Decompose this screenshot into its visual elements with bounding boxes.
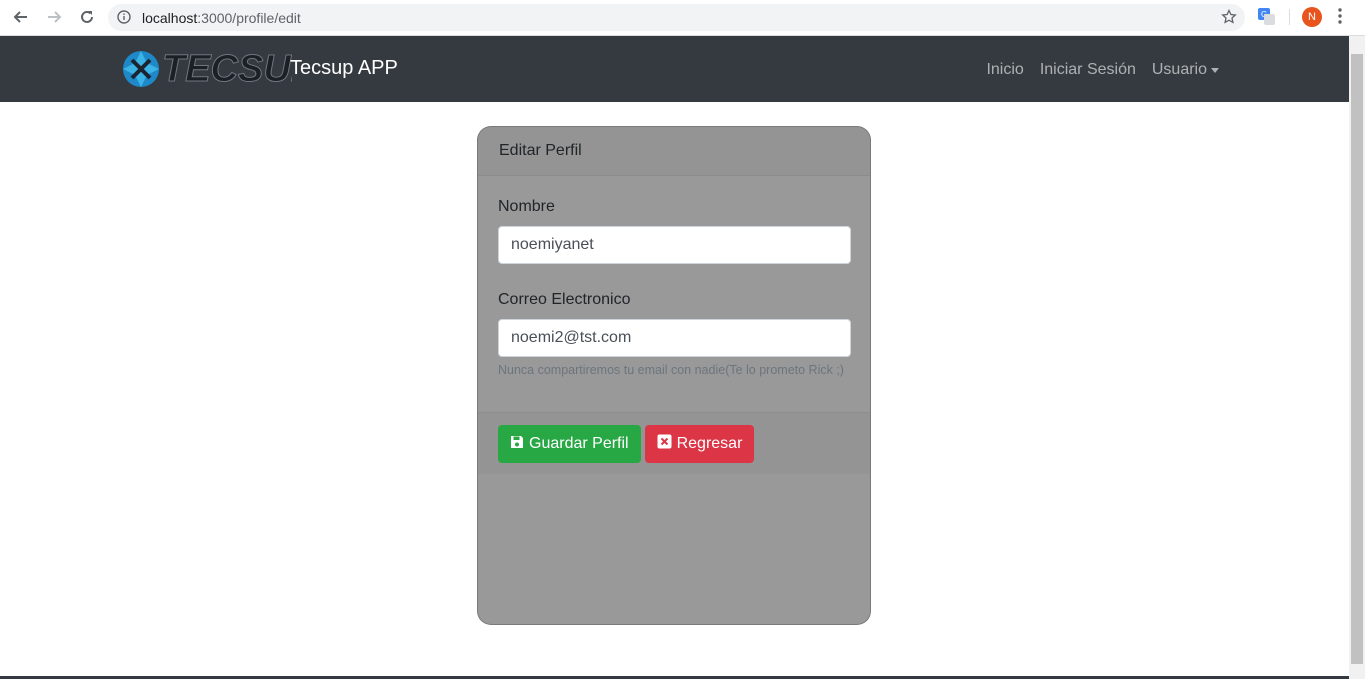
info-icon[interactable] [117,10,131,29]
nav-dropdown-usuario[interactable]: Usuario [1152,61,1219,79]
bookmark-star-icon[interactable] [1221,8,1237,30]
reload-icon[interactable] [76,6,98,28]
save-profile-label: Guardar Perfil [529,435,629,452]
save-profile-button[interactable]: Guardar Perfil [498,425,641,463]
caret-down-icon [1211,67,1219,73]
card-title: Editar Perfil [499,142,582,159]
email-group: Correo Electronico Nunca compartiremos t… [498,291,851,377]
browser-toolbar: localhost:3000/profile/edit G N [0,0,1365,36]
nav-dropdown-label: Usuario [1151,61,1207,78]
more-menu-icon[interactable] [1338,8,1342,29]
address-bar[interactable]: localhost:3000/profile/edit [108,4,1245,31]
logo-wordmark: TECSUP [162,48,292,90]
url-host: localhost [142,10,198,26]
page-scrollbar[interactable] [1349,36,1365,679]
name-group: Nombre [498,198,851,264]
email-input[interactable] [498,319,851,357]
tecsup-logo[interactable]: TECSUP [120,48,317,95]
card-header: Editar Perfil [478,127,870,176]
name-input[interactable] [498,226,851,264]
translate-icon[interactable]: G [1257,7,1276,31]
edit-profile-card: Editar Perfil Nombre Correo Electronico … [477,126,871,625]
email-help-text: Nunca compartiremos tu email con nadie(T… [498,363,844,377]
brand-title[interactable]: Tecsup APP [290,57,398,80]
close-square-icon [657,434,672,454]
profile-avatar[interactable]: N [1302,7,1322,27]
back-button[interactable]: Regresar [644,425,755,463]
scrollbar-thumb[interactable] [1351,54,1363,664]
nav-link-login[interactable]: Iniciar Sesión [1040,61,1136,79]
back-arrow-icon[interactable] [10,6,32,28]
toolbar-separator [1289,9,1290,25]
navbar: TECSUP Tecsup APP Inicio Iniciar Sesión … [0,36,1349,102]
back-label: Regresar [676,435,743,452]
nav-link-inicio[interactable]: Inicio [986,61,1023,79]
url-text: localhost:3000/profile/edit [142,10,301,26]
nav-links: Inicio Iniciar Sesión Usuario [986,61,1219,79]
forward-arrow-icon[interactable] [43,6,65,28]
card-body: Nombre Correo Electronico Nunca comparti… [478,176,870,412]
card-footer: Guardar Perfil Regresar [478,412,870,474]
name-label: Nombre [498,198,555,215]
floppy-disk-icon [510,435,524,454]
email-label: Correo Electronico [498,291,631,308]
url-path: :3000/profile/edit [197,10,301,26]
